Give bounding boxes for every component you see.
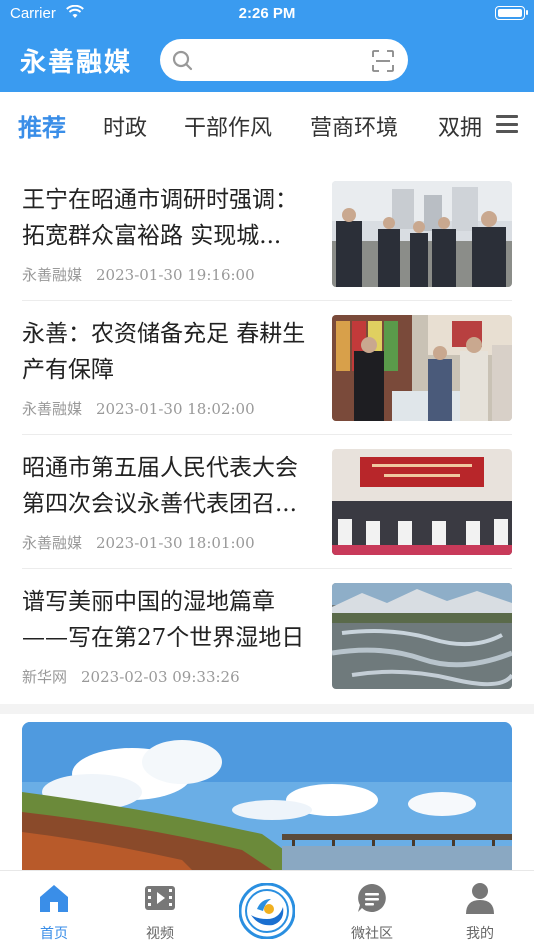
bottom-tab-bar: 首页 视频 微社区 我的 (0, 870, 534, 950)
news-source: 永善融媒 (22, 400, 83, 418)
divider (22, 568, 512, 569)
community-icon (358, 884, 386, 912)
tab-politics[interactable]: 时政 (103, 110, 147, 142)
nav-profile[interactable]: 我的 (440, 881, 520, 943)
video-icon (145, 886, 175, 910)
news-title: 谱写美丽中国的湿地篇章——写在第27个世界湿地日 (22, 589, 305, 651)
nav-video-label: 视频 (146, 926, 174, 942)
nav-home-label: 首页 (40, 926, 68, 942)
news-title: 王宁在昭通市调研时强调：拓宽群众富裕路 实现城... (22, 187, 298, 249)
news-source: 永善融媒 (22, 534, 83, 552)
battery-icon (495, 6, 528, 20)
news-title: 昭通市第五届人民代表大会第四次会议永善代表团召... (22, 455, 298, 517)
news-time: 2023-01-30 18:02:00 (96, 400, 255, 418)
news-time: 2023-02-03 09:33:26 (81, 668, 240, 686)
nav-community[interactable]: 微社区 (332, 881, 412, 943)
app-header: Carrier 2:26 PM 永善融媒 (0, 0, 534, 92)
feature-banner[interactable] (22, 722, 512, 870)
news-title: 永善：农资储备充足 春耕生产有保障 (22, 321, 306, 383)
status-bar: Carrier 2:26 PM (0, 0, 534, 28)
news-thumbnail (332, 315, 512, 421)
nav-community-label: 微社区 (351, 926, 393, 942)
nav-profile-label: 我的 (466, 926, 494, 942)
profile-icon (466, 883, 494, 914)
tab-cadre-style[interactable]: 干部作风 (184, 110, 272, 142)
scan-icon[interactable] (372, 50, 394, 72)
tab-business-env[interactable]: 营商环境 (310, 110, 398, 142)
news-meta: 永善融媒 2023-01-30 18:01:00 (22, 532, 255, 553)
clock: 2:26 PM (238, 5, 296, 22)
news-meta: 永善融媒 2023-01-30 19:16:00 (22, 264, 255, 285)
search-icon (172, 50, 193, 71)
news-meta: 永善融媒 2023-01-30 18:02:00 (22, 398, 255, 419)
home-icon (40, 885, 68, 912)
divider (22, 300, 512, 301)
tab-recommend[interactable]: 推荐 (18, 108, 66, 143)
menu-icon[interactable] (496, 115, 518, 133)
news-thumbnail (332, 181, 512, 287)
news-time: 2023-01-30 19:16:00 (96, 266, 255, 284)
news-thumbnail (332, 449, 512, 555)
news-time: 2023-01-30 18:01:00 (96, 534, 255, 552)
category-tabs: 推荐 时政 干部作风 营商环境 双拥 (0, 92, 534, 156)
news-thumbnail (332, 583, 512, 689)
app-title: 永善融媒 (20, 48, 133, 78)
nav-video[interactable]: 视频 (120, 881, 200, 943)
center-logo-icon[interactable] (239, 883, 295, 939)
news-source: 新华网 (22, 668, 68, 686)
nav-home[interactable]: 首页 (14, 881, 94, 943)
news-source: 永善融媒 (22, 266, 83, 284)
search-bar[interactable] (160, 39, 408, 81)
section-separator (0, 704, 534, 714)
tab-double-support[interactable]: 双拥 (438, 110, 482, 142)
news-meta: 新华网 2023-02-03 09:33:26 (22, 666, 240, 687)
divider (22, 434, 512, 435)
